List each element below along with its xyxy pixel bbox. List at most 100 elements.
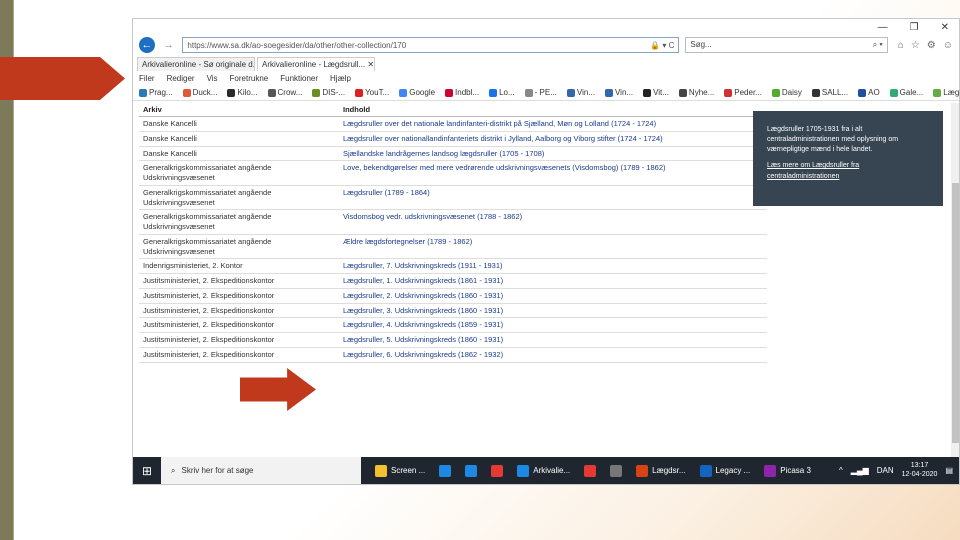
favorite-icon: [811, 88, 820, 97]
menu-help[interactable]: Hjælp: [330, 74, 351, 83]
table-row: Justitsministeriet, 2. Ekspeditionskonto…: [139, 317, 767, 333]
favorite-item[interactable]: Lægd...: [933, 88, 959, 97]
cell-indhold-link[interactable]: Lægdsruller, 4. Udskrivningskreds (1859 …: [339, 317, 767, 333]
back-arrow-icon[interactable]: ←: [139, 37, 155, 53]
cell-indhold-link[interactable]: Lægdsruller over nationallandinfanteriet…: [339, 131, 767, 147]
cell-indhold-link[interactable]: Lægdsruller, 5. Udskrivningskreds (1860 …: [339, 332, 767, 348]
favorite-item[interactable]: Prag...: [139, 88, 173, 97]
title-bar: — ❐ ✕: [133, 19, 959, 35]
favorite-label: Daisy: [781, 88, 802, 97]
favorite-item[interactable]: Gale...: [889, 88, 923, 97]
favorites-star-icon[interactable]: ☆: [911, 40, 920, 51]
favorite-label: Lægd...: [943, 88, 959, 97]
cell-indhold-link[interactable]: Visdomsbog vedr. udskrivningsvæsenet (17…: [339, 209, 767, 235]
tab-strip: Arkivalieronline - Sø originale d... Ark…: [133, 55, 959, 71]
taskbar-app-icon: [636, 464, 649, 477]
cell-indhold-link[interactable]: Lægdsruller, 7. Udskrivningskreds (1911 …: [339, 258, 767, 274]
menu-favorites[interactable]: Foretrukne: [230, 74, 269, 83]
favorite-item[interactable]: Peder...: [724, 88, 762, 97]
favorite-item[interactable]: SALL...: [811, 88, 849, 97]
taskbar-app[interactable]: [491, 464, 504, 477]
cell-indhold-link[interactable]: Lægdsruller, 3. Udskrivningskreds (1860 …: [339, 303, 767, 319]
maximize-button[interactable]: ❐: [910, 22, 919, 33]
minimize-button[interactable]: —: [878, 22, 888, 33]
favorite-item[interactable]: Duck...: [182, 88, 217, 97]
cell-indhold-link[interactable]: Lægdsruller, 6. Udskrivningskreds (1862 …: [339, 347, 767, 363]
favorite-item[interactable]: Crow...: [267, 88, 302, 97]
menu-view[interactable]: Vis: [207, 74, 218, 83]
search-icon[interactable]: ⌕ ▾: [873, 40, 883, 50]
table-row: Indenrigsministeriet, 2. Kontor Lægdsrull…: [139, 258, 767, 274]
favorite-item[interactable]: Daisy: [771, 88, 802, 97]
taskbar-app[interactable]: Arkivalie...: [517, 464, 570, 477]
address-text: https://www.sa.dk/ao-soegesider/da/other…: [187, 40, 407, 50]
taskbar-search-input[interactable]: ⌕ Skriv her for at søge: [161, 457, 361, 484]
favorite-item[interactable]: Vit...: [643, 88, 669, 97]
taskbar-app-label: Picasa 3: [780, 466, 811, 475]
cell-arkiv: Danske Kancelli: [139, 131, 339, 147]
favorite-icon: [312, 88, 321, 97]
vertical-scrollbar[interactable]: [951, 103, 959, 459]
tab-search[interactable]: Arkivalieronline - Sø originale d...: [137, 57, 255, 71]
cell-indhold-link[interactable]: Lægdsruller, 1. Udskrivningskreds (1861 …: [339, 273, 767, 289]
scrollbar-thumb[interactable]: [952, 183, 959, 443]
windows-start-icon[interactable]: ⊞: [133, 457, 161, 484]
address-bar[interactable]: https://www.sa.dk/ao-soegesider/da/other…: [182, 37, 680, 53]
cell-indhold-link[interactable]: Ældre lægdsfortegnelser (1789 - 1862): [339, 234, 767, 260]
taskbar-app[interactable]: Lægdsr...: [636, 464, 686, 477]
cell-indhold-link[interactable]: Lægdsruller over det nationale landinfan…: [339, 116, 767, 132]
info-link[interactable]: Læs mere om Lægdsruller fra centraladmin…: [767, 161, 929, 181]
favorite-item[interactable]: Vin...: [604, 88, 633, 97]
menu-tools[interactable]: Funktioner: [280, 74, 318, 83]
taskbar-app[interactable]: Picasa 3: [764, 464, 811, 477]
favorite-item[interactable]: Indbl...: [445, 88, 479, 97]
column-header-arkiv: Arkiv: [139, 103, 339, 117]
taskbar-app[interactable]: [465, 464, 478, 477]
favorite-item[interactable]: - PE...: [524, 88, 557, 97]
cell-indhold-link[interactable]: Sjællandske landrågernes landsog lægdsru…: [339, 146, 767, 162]
smiley-icon[interactable]: ☺: [943, 40, 953, 51]
taskbar-app[interactable]: [439, 464, 452, 477]
taskbar-app[interactable]: Legacy ...: [699, 464, 750, 477]
favorite-item[interactable]: YouT...: [355, 88, 389, 97]
favorite-label: Peder...: [734, 88, 762, 97]
tab-laegdsruller[interactable]: Arkivalieronline - Lægdsrull... ✕: [257, 57, 375, 71]
taskbar-app[interactable]: [584, 464, 597, 477]
favorite-icon: [489, 88, 498, 97]
cell-arkiv: Danske Kancelli: [139, 116, 339, 132]
favorite-item[interactable]: Nyhe...: [678, 88, 714, 97]
clock[interactable]: 13:17 12-04-2020: [902, 462, 938, 479]
favorite-label: SALL...: [821, 88, 849, 97]
favorite-item[interactable]: Lo...: [489, 88, 515, 97]
favorite-item[interactable]: Vin...: [566, 88, 595, 97]
favorite-item[interactable]: Kilo...: [227, 88, 258, 97]
favorite-icon: [227, 88, 236, 97]
notification-icon[interactable]: ▤: [945, 466, 953, 475]
cell-arkiv: Justitsministeriet, 2. Ekspeditionskonto…: [139, 317, 339, 333]
refresh-icon[interactable]: 🔒 ▾ C: [650, 41, 674, 50]
cell-indhold-link[interactable]: Lægdsruller, 2. Udskrivningskreds (1860 …: [339, 288, 767, 304]
cell-indhold-link[interactable]: Lægdsruller (1789 - 1864): [339, 185, 767, 211]
taskbar-app[interactable]: Screen ...: [375, 464, 425, 477]
favorite-icon: [355, 88, 364, 97]
cell-indhold-link[interactable]: Love, bekendtgørelser med mere vedrørend…: [339, 160, 767, 186]
menu-edit[interactable]: Rediger: [167, 74, 195, 83]
taskbar-app-label: Lægdsr...: [652, 466, 686, 475]
close-button[interactable]: ✕: [941, 22, 949, 33]
toolbar-icons: ⌂ ☆ ⚙ ☺: [898, 40, 953, 51]
search-input[interactable]: Søg... ⌕ ▾: [685, 37, 888, 53]
favorite-item[interactable]: Google: [399, 88, 435, 97]
favorite-item[interactable]: AO: [858, 88, 880, 97]
taskbar-app[interactable]: [610, 464, 623, 477]
menu-file[interactable]: Filer: [139, 74, 155, 83]
cell-arkiv: Indenrigsministeriet, 2. Kontor: [139, 258, 339, 274]
browser-window: — ❐ ✕ ← → https://www.sa.dk/ao-soegeside…: [132, 18, 960, 485]
keyboard-language[interactable]: DAN: [877, 466, 894, 475]
favorite-item[interactable]: DIS-...: [312, 88, 345, 97]
forward-arrow-icon[interactable]: →: [161, 37, 177, 53]
tray-chevron-icon[interactable]: ^: [839, 466, 843, 475]
favorite-label: Vit...: [653, 88, 669, 97]
network-icon[interactable]: ▂▄▆: [851, 466, 869, 475]
settings-gear-icon[interactable]: ⚙: [927, 40, 936, 51]
home-icon[interactable]: ⌂: [898, 40, 904, 51]
